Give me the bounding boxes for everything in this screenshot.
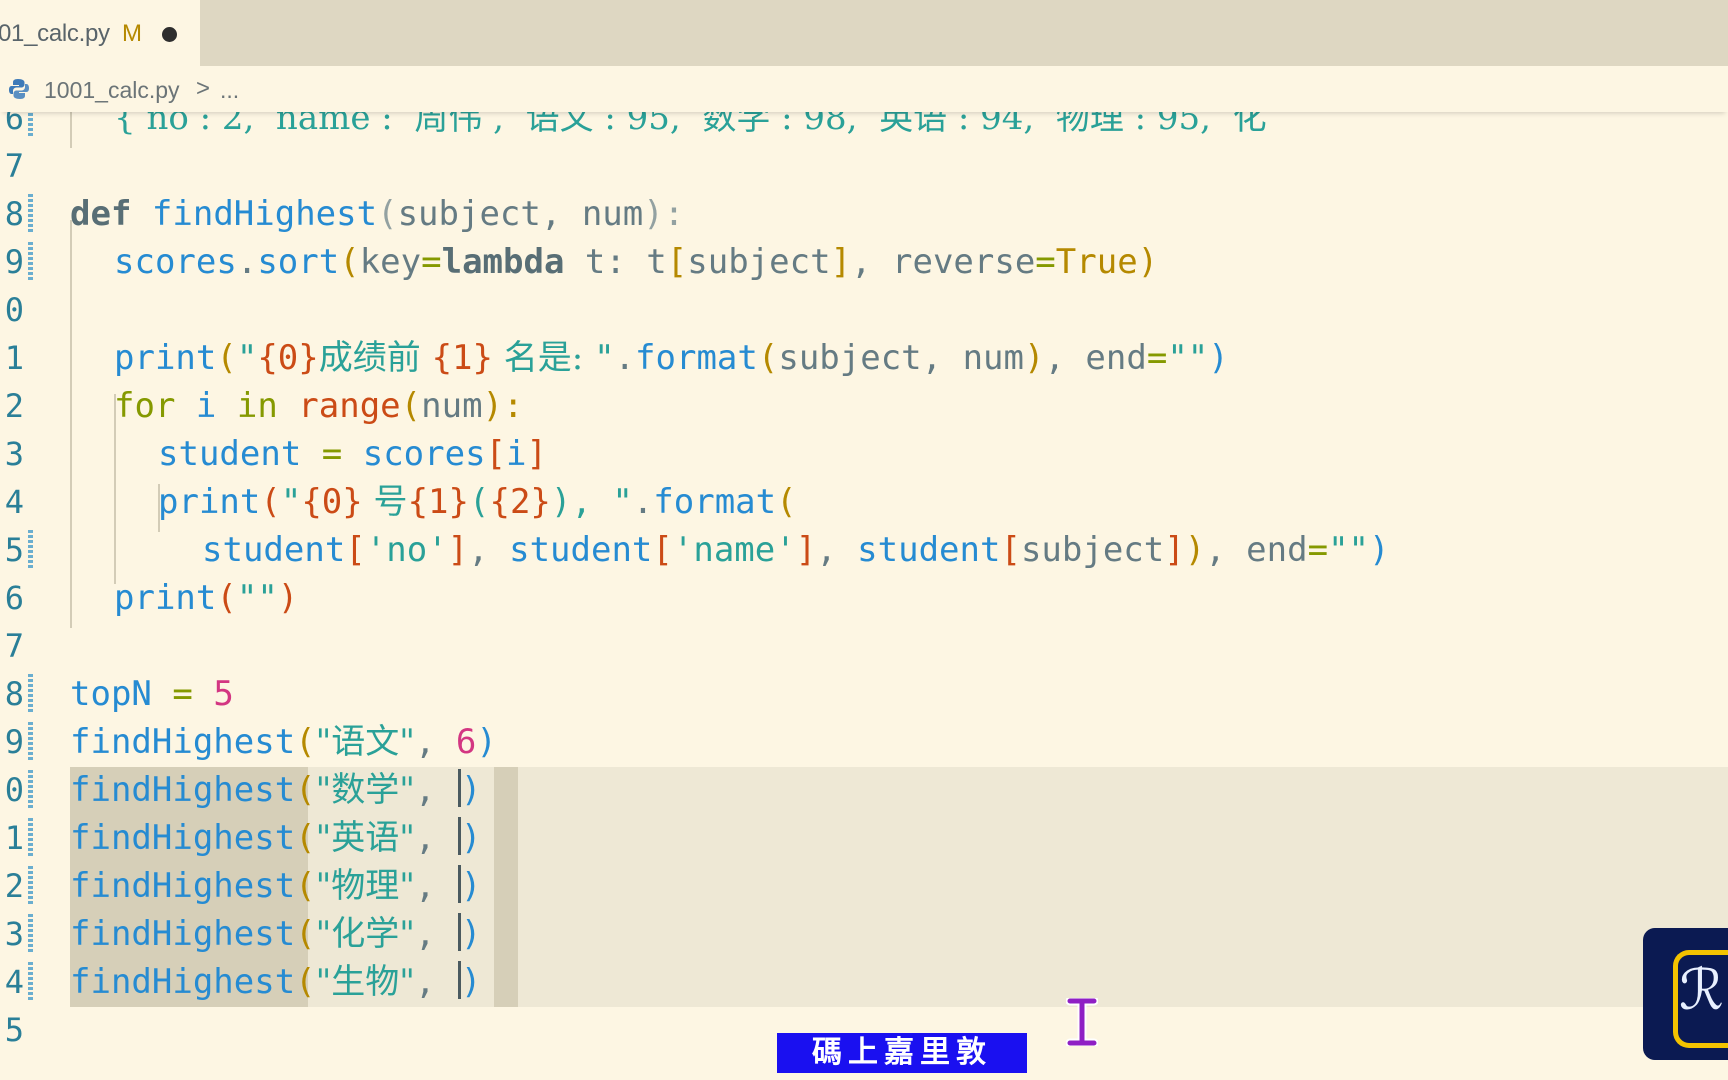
code-line: 7 <box>0 142 1728 190</box>
code-text: findHighest("数学", ) <box>70 769 482 810</box>
git-change-marker <box>28 242 33 282</box>
git-change-marker <box>28 962 33 1002</box>
code-line: 8 topN = 5 <box>0 670 1728 718</box>
line-number: 0 <box>4 771 24 809</box>
line-number: 6 <box>4 579 24 617</box>
code-line: 1 print("{0}成绩前 {1} 名是: ".format(subject… <box>0 334 1728 382</box>
git-change-marker <box>28 194 33 234</box>
editor-tab[interactable]: 01_calc.py M <box>0 0 200 66</box>
line-number: 0 <box>4 291 24 329</box>
code-text: { no : 2, name : 周伟 , 语文 : 95, 数学 : 98, … <box>114 112 1267 138</box>
watermark-banner: 碼上嘉里敦 <box>777 1033 1027 1073</box>
line-number: 4 <box>4 483 24 521</box>
line-number: 3 <box>4 915 24 953</box>
code-text: findHighest("语文", 6) <box>70 722 497 762</box>
code-line: 8 def findHighest(subject, num): <box>0 190 1728 238</box>
code-line: 4 findHighest("生物", ) <box>0 958 1728 1006</box>
git-change-marker <box>28 914 33 954</box>
code-line: 3 student = scores[i] <box>0 430 1728 478</box>
breadcrumb-file[interactable]: 1001_calc.py <box>44 77 180 104</box>
tab-modified-badge: M <box>122 20 142 47</box>
code-line: 6 print("") <box>0 574 1728 622</box>
line-number: 4 <box>4 963 24 1001</box>
code-editor[interactable]: 6 { no : 2, name : 周伟 , 语文 : 95, 数学 : 98… <box>0 112 1728 1080</box>
git-change-marker <box>28 818 33 858</box>
text-cursor-icon <box>1066 998 1098 1046</box>
code-text: findHighest("生物", ) <box>70 961 482 1002</box>
line-number: 5 <box>4 1011 24 1049</box>
line-number: 2 <box>4 867 24 905</box>
git-change-marker <box>28 866 33 906</box>
breadcrumb: 1001_calc.py > ... <box>0 66 1728 112</box>
python-file-icon <box>9 79 29 99</box>
breadcrumb-separator: > <box>196 75 211 102</box>
code-line: 0 findHighest("数学", ) <box>0 766 1728 814</box>
code-line: 7 <box>0 622 1728 670</box>
line-number: 8 <box>4 195 24 233</box>
code-line: 0 <box>0 286 1728 334</box>
code-text: findHighest("英语", ) <box>70 817 482 858</box>
tab-filename: 01_calc.py <box>0 20 110 47</box>
unsaved-dot-icon[interactable] <box>162 27 177 42</box>
code-text: print("") <box>114 578 299 618</box>
code-text: student = scores[i] <box>158 434 547 474</box>
code-line: 1 findHighest("英语", ) <box>0 814 1728 862</box>
code-text: for i in range(num): <box>114 386 524 426</box>
line-number: 1 <box>4 819 24 857</box>
git-change-marker <box>28 674 33 714</box>
code-line: 3 findHighest("化学", ) <box>0 910 1728 958</box>
code-line: 5 student['no'], student['name'], studen… <box>0 526 1728 574</box>
code-line: 9 findHighest("语文", 6) <box>0 718 1728 766</box>
line-number: 5 <box>4 531 24 569</box>
line-number: 9 <box>4 723 24 761</box>
code-text: scores.sort(key=lambda t: t[subject], re… <box>114 242 1159 282</box>
line-number: 8 <box>4 675 24 713</box>
line-number: 1 <box>4 339 24 377</box>
code-text: topN = 5 <box>70 674 234 714</box>
code-text: student['no'], student['name'], student[… <box>202 530 1390 570</box>
code-line: 9 scores.sort(key=lambda t: t[subject], … <box>0 238 1728 286</box>
git-change-marker <box>28 770 33 810</box>
code-line: 2 for i in range(num): <box>0 382 1728 430</box>
code-text: print("{0} 号{1}({2}), ".format( <box>158 482 797 522</box>
tab-bar: 01_calc.py M <box>0 0 1728 66</box>
line-number: 2 <box>4 387 24 425</box>
line-number: 9 <box>4 243 24 281</box>
breadcrumb-more[interactable]: ... <box>220 77 239 104</box>
line-number: 3 <box>4 435 24 473</box>
channel-logo-icon: ℛ <box>1643 928 1728 1060</box>
code-text: def findHighest(subject, num): <box>70 194 685 234</box>
code-text: findHighest("化学", ) <box>70 913 482 954</box>
code-line: 6 { no : 2, name : 周伟 , 语文 : 95, 数学 : 98… <box>0 112 1728 142</box>
git-change-marker <box>28 722 33 762</box>
code-line: 4 print("{0} 号{1}({2}), ".format( <box>0 478 1728 526</box>
git-change-marker <box>28 530 33 570</box>
line-number: 7 <box>4 147 24 185</box>
code-text: findHighest("物理", ) <box>70 865 482 906</box>
code-line: 2 findHighest("物理", ) <box>0 862 1728 910</box>
line-number: 6 <box>4 112 24 137</box>
line-number: 7 <box>4 627 24 665</box>
git-change-marker <box>28 112 33 138</box>
code-text: print("{0}成绩前 {1} 名是: ".format(subject, … <box>114 338 1229 378</box>
